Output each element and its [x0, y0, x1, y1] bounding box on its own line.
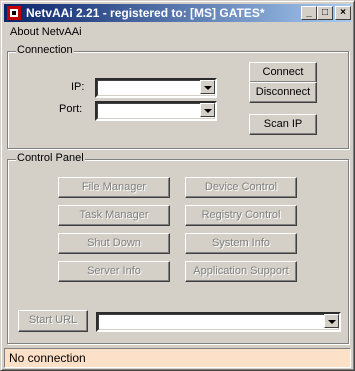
- app-icon: [7, 6, 21, 20]
- system-info-button[interactable]: System Info: [185, 233, 297, 254]
- status-bar: No connection: [4, 348, 351, 368]
- scan-ip-button[interactable]: Scan IP: [249, 114, 317, 135]
- shut-down-button[interactable]: Shut Down: [58, 233, 170, 254]
- url-combobox[interactable]: [96, 312, 341, 332]
- control-panel-group-label: Control Panel: [16, 152, 85, 164]
- connect-button[interactable]: Connect: [249, 62, 317, 83]
- close-button[interactable]: ×: [335, 6, 351, 20]
- menu-about[interactable]: About NetvAAi: [10, 23, 82, 41]
- task-manager-button[interactable]: Task Manager: [58, 205, 170, 226]
- file-manager-button[interactable]: File Manager: [58, 177, 170, 198]
- registry-control-button[interactable]: Registry Control: [185, 205, 297, 226]
- maximize-button[interactable]: □: [317, 6, 333, 20]
- title-bar[interactable]: NetvAAi 2.21 - registered to: [MS] GATES…: [4, 4, 351, 22]
- ip-combobox[interactable]: [95, 78, 217, 98]
- url-dropdown-arrow-icon[interactable]: [324, 314, 339, 328]
- port-combobox[interactable]: [95, 101, 217, 121]
- device-control-button[interactable]: Device Control: [185, 177, 297, 198]
- connection-group: Connection IP: Port: Connect Disconnect …: [7, 44, 349, 149]
- ip-dropdown-arrow-icon[interactable]: [200, 80, 215, 94]
- disconnect-button[interactable]: Disconnect: [249, 82, 317, 103]
- application-support-button[interactable]: Application Support: [185, 261, 297, 282]
- port-label: Port:: [59, 103, 83, 115]
- server-info-button[interactable]: Server Info: [58, 261, 170, 282]
- ip-label: IP:: [71, 81, 85, 93]
- start-url-button[interactable]: Start URL: [18, 310, 88, 332]
- app-window: NetvAAi 2.21 - registered to: [MS] GATES…: [0, 0, 355, 371]
- control-panel-group: Control Panel File Manager Device Contro…: [7, 152, 349, 344]
- menu-bar: About NetvAAi: [4, 23, 351, 41]
- window-title: NetvAAi 2.21 - registered to: [MS] GATES…: [26, 6, 265, 20]
- connection-group-label: Connection: [16, 44, 74, 56]
- port-dropdown-arrow-icon[interactable]: [200, 103, 215, 117]
- minimize-button[interactable]: _: [301, 6, 317, 20]
